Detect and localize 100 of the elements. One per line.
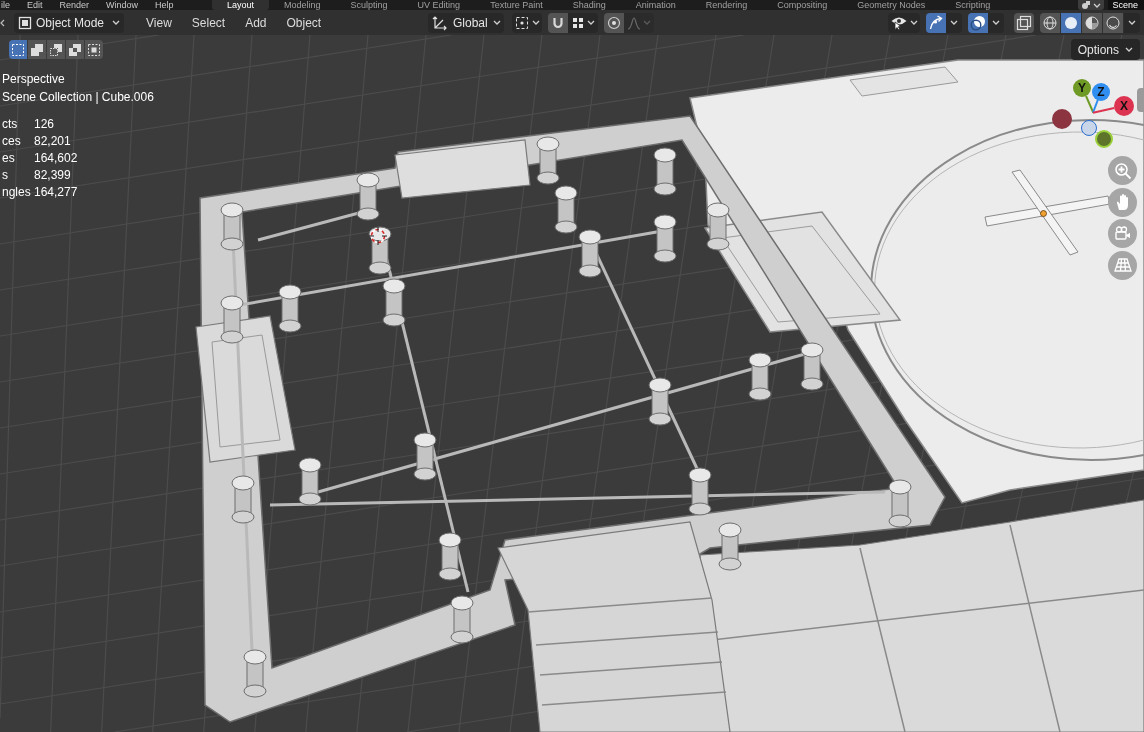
snap-toggle[interactable] [548, 12, 568, 33]
pillar [413, 432, 437, 481]
pillar [438, 532, 462, 581]
stat-label: cts [2, 116, 19, 133]
pivot-point-icon [515, 15, 529, 30]
pillar [748, 352, 772, 401]
menu-item[interactable]: Edit [27, 0, 43, 10]
visibility-dropdown[interactable] [888, 12, 920, 33]
wireframe-sphere-icon [1043, 15, 1057, 30]
workspace-tab[interactable]: Sculpting [335, 0, 403, 10]
mode-dropdown[interactable]: Object Mode [14, 12, 124, 33]
stat-label: es [2, 150, 16, 167]
stat-value: 82,399 [34, 167, 72, 184]
magnet-icon [551, 15, 565, 30]
scene-icon [1081, 1, 1092, 9]
menu-item[interactable]: ile [1, 0, 10, 10]
stat-label: s [2, 167, 9, 184]
intersect-squares-icon [87, 42, 101, 57]
stat-label: ngles [2, 184, 32, 201]
selection-mode-button[interactable] [9, 40, 27, 59]
pillar [220, 202, 244, 251]
workspace-tab[interactable]: Geometry Nodes [842, 0, 941, 10]
selection-mode-button[interactable] [47, 40, 65, 59]
shading-mode-button[interactable] [1061, 12, 1081, 33]
overlays-toggle[interactable] [968, 12, 988, 33]
pillar [653, 214, 677, 263]
overlays-dropdown[interactable] [988, 12, 1004, 33]
gizmo-toggle[interactable] [926, 12, 946, 33]
menu-item[interactable]: Select [185, 12, 232, 33]
menu-item[interactable]: Object [280, 12, 328, 33]
workspace-tab[interactable]: Shading [557, 0, 621, 10]
workspace-tab[interactable]: Modeling [269, 0, 336, 10]
pillar [450, 595, 474, 644]
pillar [368, 226, 392, 275]
workspace-tab[interactable]: Texture Paint [475, 0, 558, 10]
pillar [356, 172, 380, 221]
orientation-dropdown[interactable]: Global [428, 12, 504, 33]
shaded-sphere-icon [1106, 15, 1120, 30]
shading-mode-button[interactable] [1082, 12, 1102, 33]
pillar [536, 136, 560, 185]
chevron-icon[interactable] [0, 18, 5, 27]
workspace-tab[interactable]: Scripting [940, 0, 1006, 10]
stat-value: 126 [34, 116, 56, 133]
difference-squares-icon [68, 42, 82, 57]
gizmo-dropdown[interactable] [946, 12, 962, 33]
options-dropdown[interactable]: Options [1070, 39, 1140, 60]
pillar [648, 377, 672, 426]
curved-arrow-icon [928, 14, 944, 31]
dashed-square-icon [11, 42, 25, 57]
menu-item[interactable]: View [140, 12, 178, 33]
menu-item[interactable]: Render [59, 0, 90, 10]
overlapping-circles-icon [970, 14, 986, 31]
shading-mode-button[interactable] [1040, 12, 1060, 33]
subtract-squares-icon [49, 42, 63, 57]
sidebar-tab-handle[interactable] [1137, 88, 1144, 112]
xray-toggle[interactable] [1014, 12, 1034, 33]
stat-label: ces [2, 133, 22, 150]
axes-icon [432, 14, 448, 31]
pivot-dropdown[interactable] [512, 12, 542, 33]
pillar [718, 522, 742, 571]
scene-name-field[interactable]: Scene [1108, 0, 1144, 10]
selection-mode-button[interactable] [66, 40, 84, 59]
pillar [578, 229, 602, 278]
workspace-tab[interactable]: Layout [212, 0, 270, 10]
shading-dropdown[interactable] [1124, 12, 1140, 33]
two-squares-icon [30, 42, 44, 57]
stat-value: 82,201 [34, 133, 72, 150]
selection-mode-button[interactable] [28, 40, 46, 59]
pillar [688, 467, 712, 516]
object-mode-icon [18, 15, 32, 30]
eye-cursor-icon [890, 15, 908, 30]
shading-mode-button[interactable] [1103, 12, 1123, 33]
perspective-grid-icon [1113, 256, 1132, 274]
pillar [231, 475, 255, 524]
workspace-tab[interactable]: UV Editing [402, 0, 476, 10]
overlapping-squares-icon [1016, 14, 1032, 31]
view-name-label: Perspective [2, 71, 66, 88]
pillar [298, 457, 322, 506]
stat-value: 164,277 [34, 184, 79, 201]
grid-squares-icon [572, 16, 584, 29]
scene-selector-button[interactable] [1078, 0, 1105, 10]
pillar [800, 342, 824, 391]
workspace-tab[interactable]: Animation [620, 0, 691, 10]
pillar [706, 202, 730, 251]
pillar [653, 147, 677, 196]
menu-item[interactable]: Add [239, 12, 273, 33]
snap-target-dropdown[interactable] [568, 12, 598, 33]
proportional-editing-toggle[interactable] [604, 12, 624, 33]
pillar [382, 278, 406, 327]
workspace-tab[interactable]: Compositing [762, 0, 843, 10]
menu-item[interactable]: Window [106, 0, 139, 10]
workspace-tab[interactable]: Rendering [690, 0, 763, 10]
pillar [888, 479, 912, 528]
menu-item[interactable]: Help [155, 0, 174, 10]
magnifier-plus-icon [1113, 161, 1132, 180]
pillar [278, 284, 302, 333]
solid-sphere-icon [1064, 15, 1078, 30]
pillar [554, 185, 578, 234]
origin-dot-icon [1040, 210, 1047, 217]
selection-mode-button[interactable] [85, 40, 103, 59]
